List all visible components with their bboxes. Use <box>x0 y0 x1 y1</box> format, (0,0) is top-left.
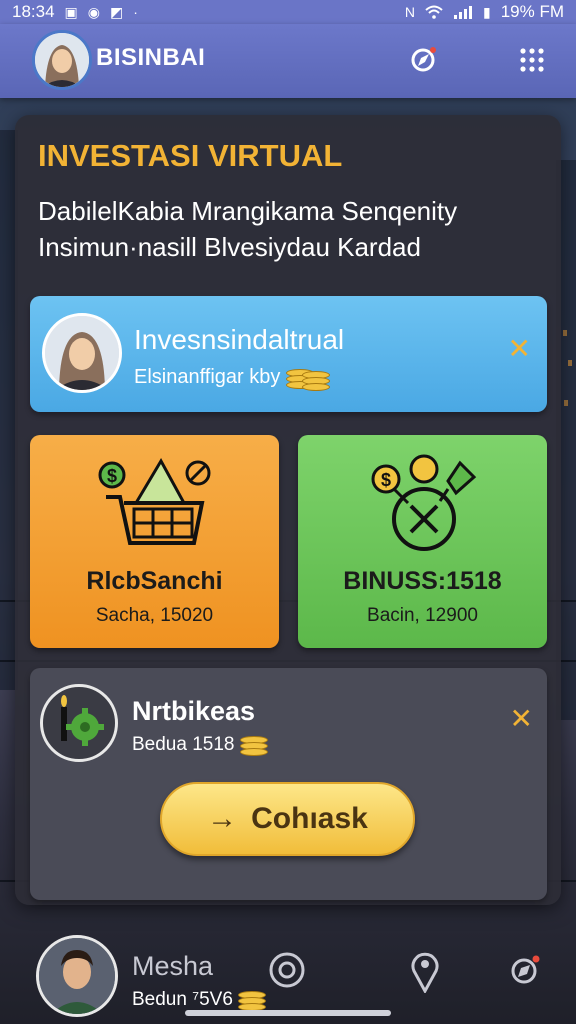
record-icon[interactable] <box>268 951 306 989</box>
app-title: BISINBAI <box>96 44 206 71</box>
grid-menu-icon[interactable] <box>514 42 550 78</box>
tile-crypto-value: Bacin, 12900 <box>367 605 478 626</box>
tile-shopping-value: Sacha, 15020 <box>95 605 214 626</box>
featured-title: Invesnsindaltrual <box>134 324 345 355</box>
tile-shopping-name: RlcbSanchi <box>86 567 223 595</box>
gear-candle-avatar <box>40 684 118 762</box>
task-action-label: Cohıask <box>251 802 368 835</box>
page-subtitle-line2: Insimun·nasill Blvesiydau Kardad <box>38 232 421 262</box>
featured-avatar <box>42 313 122 393</box>
svg-text:$: $ <box>107 466 117 486</box>
featured-subtitle: Elsinanffigar kby <box>134 366 330 391</box>
tile-shopping[interactable]: $ RlcbSanchi Sacha, 15020 <box>30 435 279 648</box>
gallery-icon: ◩ <box>110 3 124 20</box>
battery-icon: ▮ <box>482 3 491 20</box>
coin-stack-icon <box>285 367 330 391</box>
task-title: Nrtbikeas <box>132 696 256 726</box>
featured-close-button[interactable]: ✕ <box>508 332 531 365</box>
crypto-cancel-icon: $ <box>371 454 477 551</box>
signal-icon <box>453 6 472 19</box>
svg-text:$: $ <box>381 470 391 490</box>
user-name: Mesha <box>132 951 214 981</box>
shopping-basket-icon: $ <box>98 457 211 545</box>
messenger-icon: ◉ <box>87 3 100 20</box>
tile-crypto-name: BINUSS:1518 <box>343 567 502 595</box>
battery-level: 19% FM <box>500 2 564 21</box>
arrow-right-icon: → <box>207 802 238 835</box>
page-subtitle-line1: DabilelKabia Mrangikama Senqenity <box>38 196 458 226</box>
nfc-icon: N <box>404 4 415 20</box>
compass-icon[interactable] <box>508 953 542 987</box>
task-subtitle: Bedua 1518 <box>132 734 268 756</box>
featured-investment-card[interactable]: Invesnsindaltrual Elsinanffigar kby ✕ <box>30 296 547 412</box>
user-subtitle: Bedun ⁷5V6 <box>132 989 267 1011</box>
dot-icon: · <box>133 4 138 20</box>
gear-icon <box>61 695 104 746</box>
location-pin-icon[interactable] <box>410 949 440 993</box>
coin-stack-icon <box>239 734 268 756</box>
task-close-button[interactable]: ✕ <box>510 702 533 735</box>
profile-avatar[interactable] <box>32 30 92 90</box>
user-avatar[interactable] <box>36 935 118 1017</box>
notification-icon: ▣ <box>64 3 78 20</box>
home-indicator[interactable] <box>185 1010 391 1016</box>
status-bar: 18:34 ▣ ◉ ◩ · N ▮ 19% FM <box>0 0 576 24</box>
tile-crypto[interactable]: $ BINUSS:1518 Bacin, 12900 <box>298 435 547 648</box>
task-action-button[interactable]: → Cohıask <box>160 782 415 856</box>
coin-stack-icon <box>238 989 267 1011</box>
page-title: INVESTASI VIRTUAL <box>38 138 343 173</box>
compass-icon[interactable] <box>405 42 441 78</box>
wifi-icon <box>425 5 443 19</box>
clock: 18:34 <box>12 2 55 21</box>
app-bar: BISINBAI <box>0 24 576 98</box>
